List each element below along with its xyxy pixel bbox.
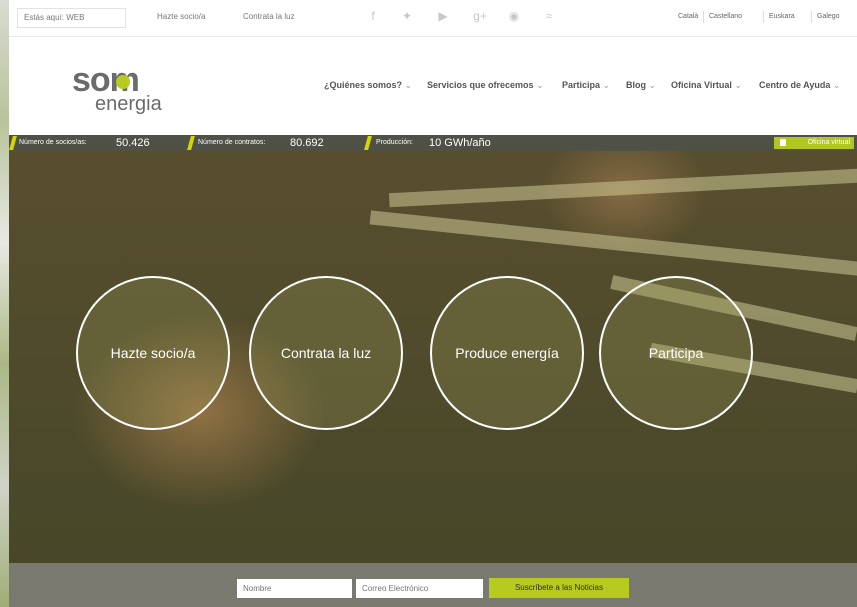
circle-participa[interactable]: Participa (599, 276, 753, 430)
nav-label: Blog (626, 80, 646, 90)
stat-produccion-value: 10 GWh/año (429, 137, 491, 149)
nav-label: ¿Quiénes somos? (324, 80, 403, 90)
chevron-down-icon: ⌄ (648, 80, 657, 90)
lang-castellano[interactable]: Castellano (709, 13, 742, 20)
nav-participa[interactable]: Participa ⌄ (562, 80, 610, 91)
circle-produce-energia[interactable]: Produce energía (430, 276, 584, 430)
logo-dot (116, 75, 130, 89)
chevron-down-icon: ⌄ (536, 80, 544, 90)
youtube-icon[interactable]: ▶ (435, 9, 451, 23)
flickr-icon[interactable]: ◉ (506, 9, 522, 23)
stat-contratos-value: 80.692 (290, 137, 324, 149)
nav-blog[interactable]: Blog ⌄ (626, 80, 656, 91)
background-leaf-strip (0, 0, 9, 607)
newsletter-name-input[interactable] (237, 579, 352, 598)
hero-banner: Hazte socio/a Contrata la luz Produce en… (9, 151, 857, 563)
chevron-down-icon: ⌄ (832, 80, 841, 90)
nav-quienes-somos[interactable]: ¿Quiénes somos? ⌄ (324, 80, 412, 91)
hero-photo-stripe (388, 168, 857, 208)
nav-oficina-virtual[interactable]: Oficina Virtual ⌄ (671, 80, 742, 91)
stat-socios-label: Número de socios/as: (19, 139, 87, 146)
stats-bar: Número de socios/as: 50.426 Número de co… (9, 135, 857, 151)
top-link-hazte-socio[interactable]: Hazte socio/a (157, 12, 205, 21)
facebook-icon[interactable]: f (365, 9, 381, 23)
lang-catala[interactable]: Català (678, 13, 698, 20)
oficina-virtual-button[interactable]: Oficina virtual (774, 137, 854, 149)
newsletter-email-input[interactable] (356, 579, 483, 598)
rss-icon[interactable]: ≈ (541, 9, 557, 23)
twitter-icon[interactable]: ✦ (399, 9, 415, 23)
subscribe-button[interactable]: Suscríbete a las Noticias (489, 578, 629, 598)
breadcrumb: Estás aquí: WEB (17, 8, 126, 28)
logo-energia: energia (95, 93, 162, 115)
oficina-virtual-label: Oficina virtual (807, 139, 850, 146)
nav-centro-ayuda[interactable]: Centro de Ayuda ⌄ (759, 80, 840, 91)
nav-label: Participa (562, 80, 601, 90)
lang-galego[interactable]: Galego (817, 13, 840, 20)
site-header: som energia ¿Quiénes somos? ⌄ Servicios … (9, 37, 857, 135)
bolt-icon (9, 136, 17, 150)
stat-socios-value: 50.426 (116, 137, 150, 149)
bolt-icon (187, 136, 195, 150)
lang-divider (763, 11, 764, 23)
hero-photo-stripe (369, 210, 857, 276)
top-link-contrata-luz[interactable]: Contrata la luz (243, 12, 295, 21)
top-bar: Estás aquí: WEB Hazte socio/a Contrata l… (9, 0, 857, 37)
stat-produccion-label: Producción: (376, 139, 413, 146)
lang-divider (811, 11, 812, 23)
chevron-down-icon: ⌄ (404, 80, 413, 90)
nav-label: Oficina Virtual (671, 80, 732, 90)
nav-label: Servicios que ofrecemos (427, 80, 534, 90)
lang-divider (703, 11, 704, 23)
page: Estás aquí: WEB Hazte socio/a Contrata l… (9, 0, 857, 607)
nav-servicios[interactable]: Servicios que ofrecemos ⌄ (427, 80, 544, 91)
chevron-down-icon: ⌄ (602, 80, 611, 90)
stat-contratos-label: Número de contratos: (198, 139, 266, 146)
google-plus-icon[interactable]: g+ (472, 9, 488, 23)
bolt-icon (364, 136, 372, 150)
circle-hazte-socio[interactable]: Hazte socio/a (76, 276, 230, 430)
logo[interactable]: som energia (72, 63, 192, 121)
nav-label: Centro de Ayuda (759, 80, 831, 90)
lang-euskara[interactable]: Euskara (769, 13, 795, 20)
lock-icon (780, 139, 786, 146)
chevron-down-icon: ⌄ (734, 80, 742, 90)
newsletter-bar: Suscríbete a las Noticias (9, 563, 857, 607)
circle-contrata-luz[interactable]: Contrata la luz (249, 276, 403, 430)
